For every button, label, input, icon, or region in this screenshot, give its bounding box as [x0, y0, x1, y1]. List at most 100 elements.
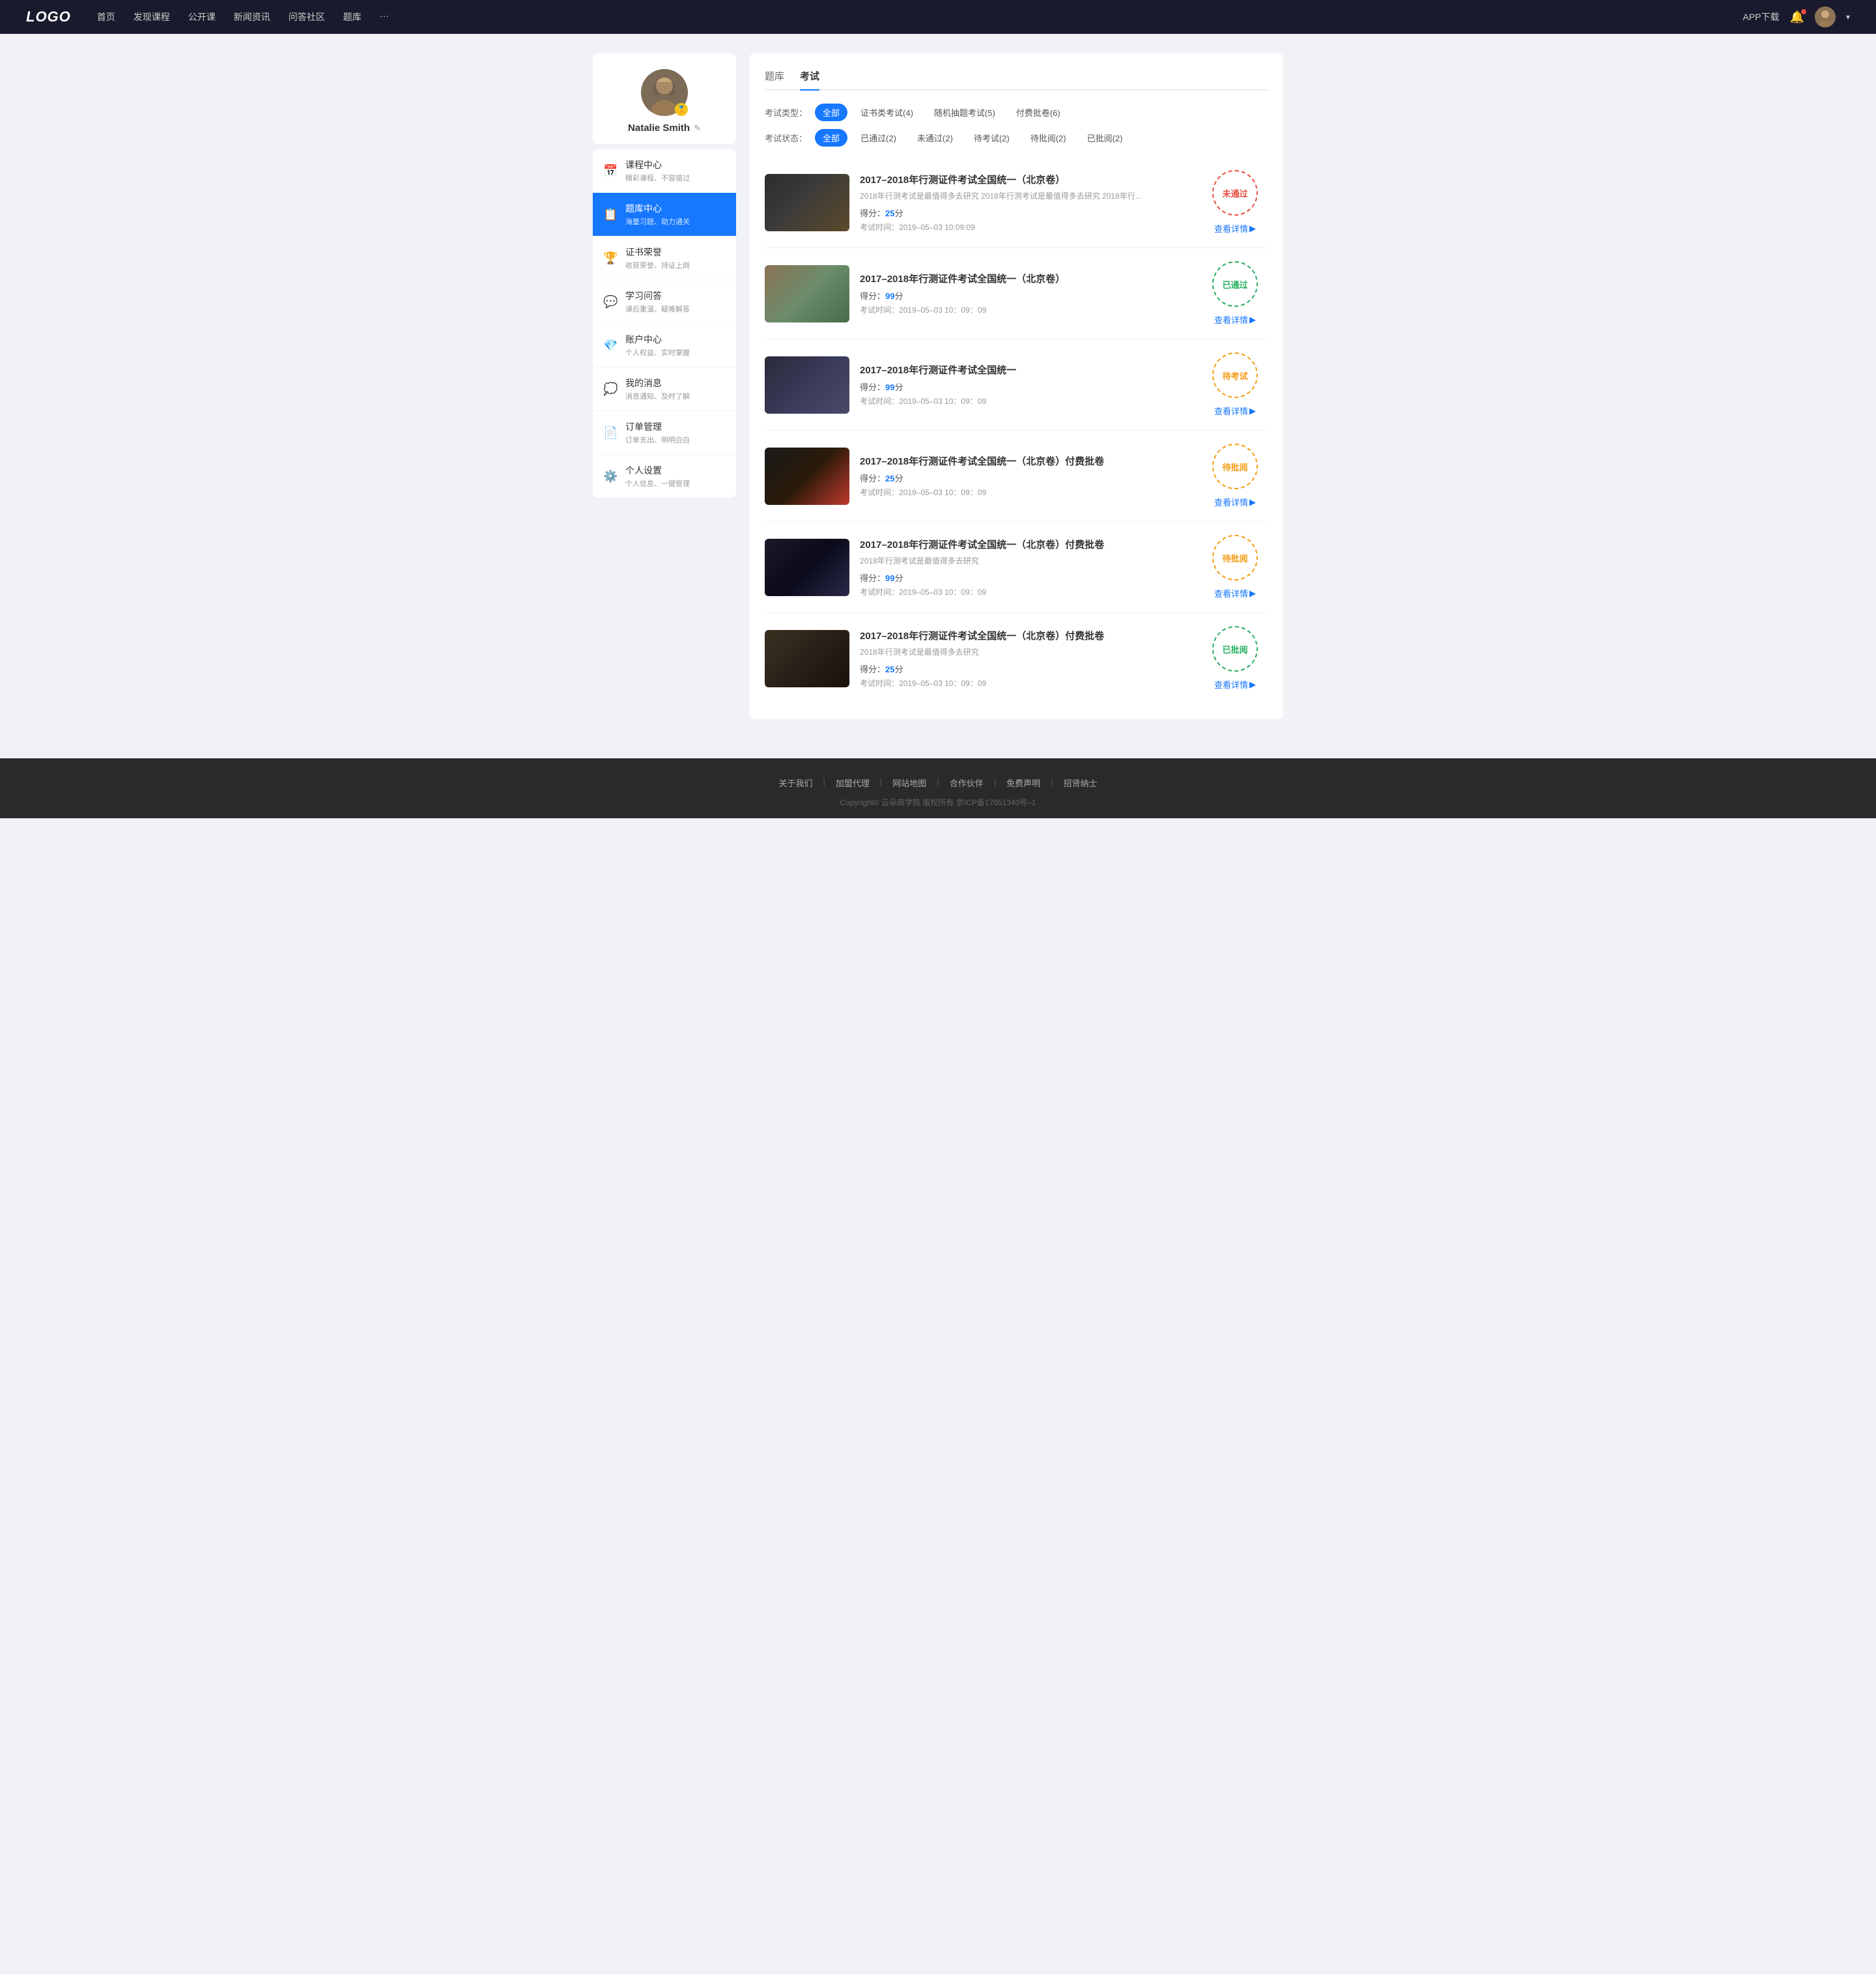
- menu-text-cert: 证书荣誉 收获荣誉、持证上岗: [625, 246, 690, 270]
- filter-type-paid[interactable]: 付费批卷(6): [1008, 104, 1068, 121]
- score-num-1: 25: [885, 208, 894, 218]
- exam-status-text-2: 已通过: [1222, 278, 1247, 291]
- footer-link-4[interactable]: 免费声明: [996, 777, 1051, 789]
- exam-title-4: 2017–2018年行测证件考试全国统一（北京卷）付费批卷: [860, 454, 1192, 468]
- chevron-right-icon: ▶: [1249, 223, 1256, 234]
- exam-item-2: 2017–2018年行测证件考试全国统一（北京卷） 得分：99分 考试时间：20…: [765, 248, 1268, 339]
- exam-detail-link-5[interactable]: 查看详情 ▶: [1214, 587, 1256, 599]
- menu-text-account: 账户中心 个人权益、实时掌握: [625, 333, 690, 358]
- exam-desc-5: 2018年行测考试是最值得多去研究: [860, 555, 1186, 566]
- filter-type-row: 考试类型： 全部证书类考试(4) 随机抽题考试(5) 付费批卷(6): [765, 104, 1268, 121]
- nav-app-button[interactable]: APP下载: [1743, 10, 1780, 23]
- exam-right-3: 待考试 查看详情 ▶: [1202, 352, 1268, 417]
- exam-title-6: 2017–2018年行测证件考试全国统一（北京卷）付费批卷: [860, 629, 1192, 642]
- nav-link[interactable]: 公开课: [188, 10, 216, 23]
- tab-exam[interactable]: 考试: [800, 69, 819, 89]
- exam-time-3: 考试时间：2019–05–03 10：09：09: [860, 395, 1192, 407]
- menu-title-cert: 证书荣誉: [625, 246, 690, 259]
- exam-score-2: 得分：99分: [860, 289, 1192, 302]
- sidebar-item-message[interactable]: 💭 我的消息 消息通知、及时了解: [593, 367, 736, 411]
- exam-detail-link-4[interactable]: 查看详情 ▶: [1214, 496, 1256, 508]
- exam-detail-link-1[interactable]: 查看详情 ▶: [1214, 222, 1256, 235]
- sidebar-item-order[interactable]: 📄 订单管理 订单支出、明明白白: [593, 411, 736, 455]
- footer-link-3[interactable]: 合作伙伴: [939, 777, 994, 789]
- exam-status-text-5: 待批阅: [1222, 552, 1247, 564]
- exam-score-4: 得分：25分: [860, 472, 1192, 484]
- filter-status-passed[interactable]: 已通过(2): [853, 129, 904, 147]
- footer-copyright: Copyright© 云朵商学院 版权所有 京ICP备17051340号–1: [13, 797, 1863, 808]
- exam-thumb-3: [765, 356, 849, 414]
- exam-time-2: 考试时间：2019–05–03 10：09：09: [860, 304, 1192, 315]
- menu-sub-setting: 个人信息、一键管理: [625, 478, 690, 489]
- exam-title-5: 2017–2018年行测证件考试全国统一（北京卷）付费批卷: [860, 537, 1192, 551]
- sidebar-item-qa[interactable]: 💬 学习问答 课后重温、疑难解答: [593, 280, 736, 324]
- nav-bell-button[interactable]: 🔔: [1790, 10, 1804, 24]
- filter-type-all[interactable]: 全部: [815, 104, 847, 121]
- filter-status-all[interactable]: 全部: [815, 129, 847, 147]
- footer-link-0[interactable]: 关于我们: [768, 777, 823, 789]
- filter-type-label: 考试类型：: [765, 106, 807, 119]
- score-num-5: 99: [885, 573, 894, 583]
- exam-info-2: 2017–2018年行测证件考试全国统一（北京卷） 得分：99分 考试时间：20…: [860, 272, 1192, 315]
- exam-status-stamp-4: 待批阅: [1212, 444, 1258, 489]
- nav-avatar[interactable]: [1815, 7, 1836, 27]
- filter-status-failed[interactable]: 未通过(2): [909, 129, 961, 147]
- filter-type-cert[interactable]: 证书类考试(4): [853, 104, 921, 121]
- qa-icon: 💬: [603, 295, 618, 309]
- notification-dot: [1801, 9, 1806, 14]
- exam-detail-link-6[interactable]: 查看详情 ▶: [1214, 678, 1256, 691]
- nav-link[interactable]: 发现课程: [134, 10, 170, 23]
- nav-link[interactable]: ···: [380, 10, 389, 23]
- nav-link[interactable]: 问答社区: [289, 10, 325, 23]
- exam-status-stamp-2: 已通过: [1212, 261, 1258, 307]
- navbar: LOGO 首页 发现课程 公开课 新闻资讯 问答社区 题库 ··· APP下载 🔔 ▾: [0, 0, 1876, 34]
- footer-link-1[interactable]: 加盟代理: [825, 777, 880, 789]
- filter-status-reviewed[interactable]: 已批阅(2): [1079, 129, 1131, 147]
- nav-link[interactable]: 题库: [343, 10, 362, 23]
- filter-status-pending[interactable]: 待考试(2): [966, 129, 1017, 147]
- sidebar-item-course[interactable]: 📅 课程中心 精彩课程、不容错过: [593, 149, 736, 193]
- sidebar-menu: 📅 课程中心 精彩课程、不容错过 📋 题库中心 海量习题、助力通关 🏆 证书荣誉…: [593, 149, 736, 498]
- filter-statuses: 全部已通过(2) 未通过(2) 待考试(2) 待批阅(2) 已批阅(2): [815, 129, 1130, 147]
- question-icon: 📋: [603, 208, 618, 222]
- tab-question-bank[interactable]: 题库: [765, 69, 784, 89]
- exam-list: 2017–2018年行测证件考试全国统一（北京卷） 2018年行测考试是最值得多…: [765, 157, 1268, 704]
- exam-status-stamp-5: 待批阅: [1212, 535, 1258, 580]
- menu-sub-course: 精彩课程、不容错过: [625, 173, 690, 183]
- chevron-right-icon: ▶: [1249, 679, 1256, 690]
- panel-tabs: 题库考试: [765, 69, 1268, 91]
- exam-thumb-5: [765, 539, 849, 596]
- exam-info-3: 2017–2018年行测证件考试全国统一 得分：99分 考试时间：2019–05…: [860, 363, 1192, 407]
- sidebar-item-setting[interactable]: ⚙️ 个人设置 个人信息、一键管理: [593, 455, 736, 498]
- filter-types: 全部证书类考试(4) 随机抽题考试(5) 付费批卷(6): [815, 104, 1068, 121]
- filter-status-label: 考试状态：: [765, 132, 807, 144]
- score-num-2: 99: [885, 291, 894, 301]
- nav-link[interactable]: 新闻资讯: [234, 10, 270, 23]
- nav-link[interactable]: 首页: [97, 10, 115, 23]
- footer-link-2[interactable]: 网站地图: [882, 777, 937, 789]
- profile-edit-icon[interactable]: ✎: [694, 123, 701, 134]
- exam-detail-link-2[interactable]: 查看详情 ▶: [1214, 313, 1256, 326]
- menu-text-setting: 个人设置 个人信息、一键管理: [625, 464, 690, 489]
- sidebar-item-question[interactable]: 📋 题库中心 海量习题、助力通关: [593, 193, 736, 236]
- exam-title-1: 2017–2018年行测证件考试全国统一（北京卷）: [860, 173, 1192, 186]
- filter-status-pending-review[interactable]: 待批阅(2): [1023, 129, 1074, 147]
- exam-time-4: 考试时间：2019–05–03 10：09：09: [860, 487, 1192, 498]
- menu-title-message: 我的消息: [625, 377, 690, 390]
- sidebar-item-cert[interactable]: 🏆 证书荣誉 收获荣誉、持证上岗: [593, 236, 736, 280]
- exam-detail-link-3[interactable]: 查看详情 ▶: [1214, 405, 1256, 417]
- account-icon: 💎: [603, 339, 618, 352]
- footer-link-5[interactable]: 招贤纳士: [1053, 777, 1108, 789]
- nav-chevron-icon[interactable]: ▾: [1846, 12, 1850, 21]
- nav-logo[interactable]: LOGO: [26, 8, 71, 25]
- menu-title-account: 账户中心: [625, 333, 690, 346]
- filter-type-random[interactable]: 随机抽题考试(5): [926, 104, 1003, 121]
- main-panel: 题库考试 考试类型： 全部证书类考试(4) 随机抽题考试(5) 付费批卷(6) 考试…: [749, 53, 1283, 719]
- sidebar-item-account[interactable]: 💎 账户中心 个人权益、实时掌握: [593, 324, 736, 367]
- exam-item-5: 2017–2018年行测证件考试全国统一（北京卷）付费批卷 2018年行测考试是…: [765, 522, 1268, 613]
- course-icon: 📅: [603, 164, 618, 178]
- menu-title-question: 题库中心: [625, 202, 690, 215]
- score-num-4: 25: [885, 474, 894, 483]
- menu-sub-order: 订单支出、明明白白: [625, 435, 690, 445]
- exam-status-text-1: 未通过: [1222, 187, 1247, 199]
